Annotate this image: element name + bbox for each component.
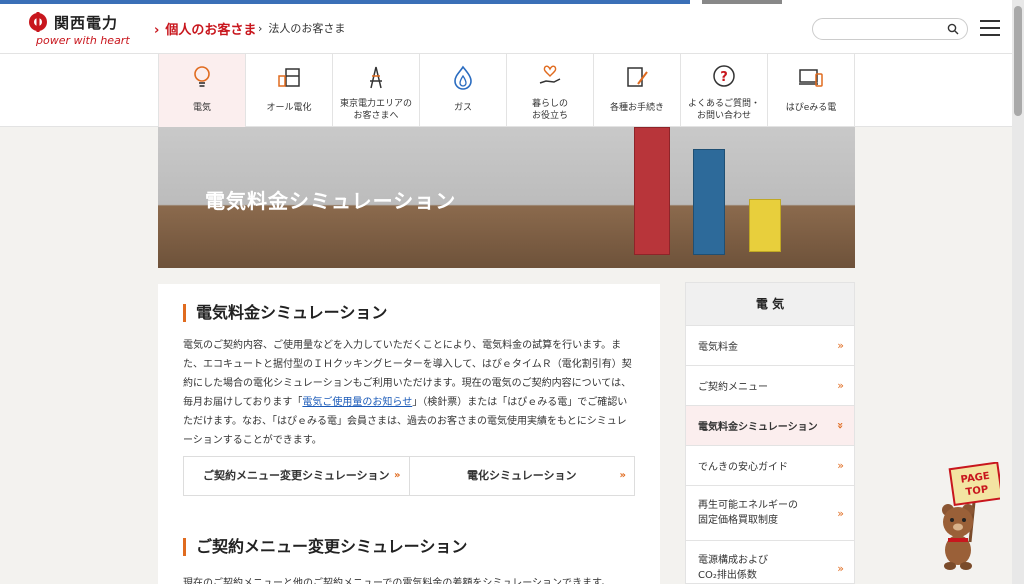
tab-electrification-sim[interactable]: 電化シミュレーション » [408, 457, 635, 495]
sidebar-item-feed-in-tariff[interactable]: 再生可能エネルギーの 固定価格買取制度 » [686, 486, 854, 541]
category-procedures[interactable]: 各種お手続き [594, 54, 681, 127]
scrollbar-thumb[interactable] [1014, 6, 1022, 116]
category-label: ガス [453, 103, 472, 113]
sidebar-item-label: ご契約メニュー [698, 382, 768, 393]
tab-label: ご契約メニュー変更シミュレーション [202, 469, 390, 482]
chevron-right-icon: › [258, 22, 263, 35]
sidebar-item-label: 電気料金 [698, 342, 738, 353]
category-tokyo-area[interactable]: 東京電力エリアの お客さまへ [333, 54, 420, 127]
category-label: はぴeみる電 [785, 103, 837, 113]
category-label: 東京電力エリアの お客さまへ [339, 99, 412, 121]
kepco-logo[interactable]: 関西電力 power with heart [28, 10, 130, 50]
search-icon[interactable] [947, 23, 959, 35]
category-lifestyle[interactable]: 暮らしの お役立ち [507, 54, 594, 127]
intro-paragraph: 電気のご契約内容、ご使用量などを入力していただくことにより、電気料金の試算を行い… [183, 336, 635, 450]
category-label: 各種お手続き [609, 103, 664, 113]
question-bubble-icon: ? [713, 65, 735, 87]
red-block-stack [634, 127, 670, 255]
site-header: 関西電力 power with heart › 個人のお客さま › 法人のお客さま [0, 4, 1012, 54]
chevron-right-icon: » [837, 338, 844, 352]
category-label: 電気 [192, 103, 211, 113]
tab-label: 電化シミュレーション [466, 469, 577, 482]
chevron-down-icon: » [833, 421, 847, 429]
section-heading: ご契約メニュー変更シミュレーション [183, 538, 467, 556]
category-gas[interactable]: ガス [420, 54, 507, 127]
sidebar-item-label: でんきの安心ガイド [698, 462, 788, 473]
category-faq[interactable]: ? よくあるご質問・ お問い合わせ [681, 54, 768, 127]
nav-corporate-link[interactable]: › 法人のお客さま [258, 20, 345, 36]
lightbulb-icon [194, 66, 210, 87]
category-label: 暮らしの お役立ち [531, 99, 568, 121]
section-text: 現在のご契約メニューと他のご契約メニューでの電気料金の差額をシミュレーションでき… [183, 578, 611, 584]
sidebar-item-safety-guide[interactable]: でんきの安心ガイド » [686, 446, 854, 486]
hand-heart-icon [539, 65, 561, 84]
devices-icon [799, 69, 823, 87]
page-heading: 電気料金シミュレーション [183, 304, 387, 322]
chevron-right-icon: » [837, 378, 844, 392]
page-top-button[interactable]: PAGE TOP [928, 461, 1004, 572]
sidebar-item-label: 電源構成および CO₂排出係数 [698, 555, 768, 581]
flame-icon [454, 65, 472, 90]
chevron-right-icon: » [837, 458, 844, 472]
sidebar: 電 気 電気料金 » ご契約メニュー » 電気料金シミュレーション » でんきの安心ガ… [685, 282, 855, 584]
sidebar-item-power-mix[interactable]: 電源構成および CO₂排出係数 » [686, 541, 854, 584]
form-pen-icon [627, 67, 648, 87]
chevron-right-icon: › [154, 23, 160, 38]
hero-title: 電気料金シミュレーション [205, 189, 457, 213]
hamburger-menu-icon[interactable] [980, 20, 1000, 36]
blue-block-stack [693, 149, 725, 255]
nav-personal-label: 個人のお客さま [165, 23, 257, 38]
category-label: オール電化 [266, 103, 312, 113]
chevron-down-icon: » [394, 470, 401, 481]
hero-banner: 電気料金シミュレーション [158, 127, 855, 268]
chevron-down-icon: » [619, 470, 626, 481]
simulation-tabs: ご契約メニュー変更シミュレーション » 電化シミュレーション » [183, 456, 635, 496]
usage-notice-link[interactable]: 電気ご使用量のお知らせ [302, 397, 412, 408]
chevron-right-icon: » [837, 562, 844, 575]
sidebar-heading: 電 気 [686, 283, 854, 326]
search-input[interactable] [812, 18, 968, 40]
sidebar-item-label: 電気料金シミュレーション [698, 422, 818, 433]
kepco-logo-mark-icon [29, 12, 47, 32]
sidebar-item-label: 再生可能エネルギーの 固定価格買取制度 [698, 500, 798, 526]
nav-personal-link[interactable]: › 個人のお客さま [154, 19, 256, 38]
chevron-right-icon: » [837, 507, 844, 520]
bear-mascot-icon: PAGE TOP [942, 461, 1004, 570]
tab-contract-menu-sim[interactable]: ご契約メニュー変更シミュレーション » [184, 457, 409, 495]
nav-corporate-label: 法人のお客さま [268, 22, 346, 35]
sidebar-item-menu[interactable]: ご契約メニュー » [686, 366, 854, 406]
logo-tagline: power with heart [36, 34, 130, 47]
svg-text:?: ? [720, 70, 728, 85]
category-electricity[interactable]: 電気 [159, 54, 246, 127]
category-nav: 電気 オール電化 東京電力エリアの お客さまへ ガス 暮らしの お役立ち 各種お… [0, 54, 1012, 127]
category-all-electric[interactable]: オール電化 [246, 54, 333, 127]
category-hapiemiruden[interactable]: はぴeみる電 [768, 54, 855, 127]
tower-icon [370, 66, 382, 89]
appliance-icon [278, 68, 300, 87]
yellow-block [749, 199, 781, 252]
logo-text: 関西電力 [54, 14, 119, 32]
category-label: よくあるご質問・ お問い合わせ [687, 99, 760, 121]
sidebar-item-rates[interactable]: 電気料金 » [686, 326, 854, 366]
sidebar-item-simulation[interactable]: 電気料金シミュレーション » [686, 406, 854, 446]
main-content: 電気料金シミュレーション 電気のご契約内容、ご使用量などを入力していただくことに… [158, 284, 660, 584]
scrollbar[interactable] [1012, 0, 1024, 584]
